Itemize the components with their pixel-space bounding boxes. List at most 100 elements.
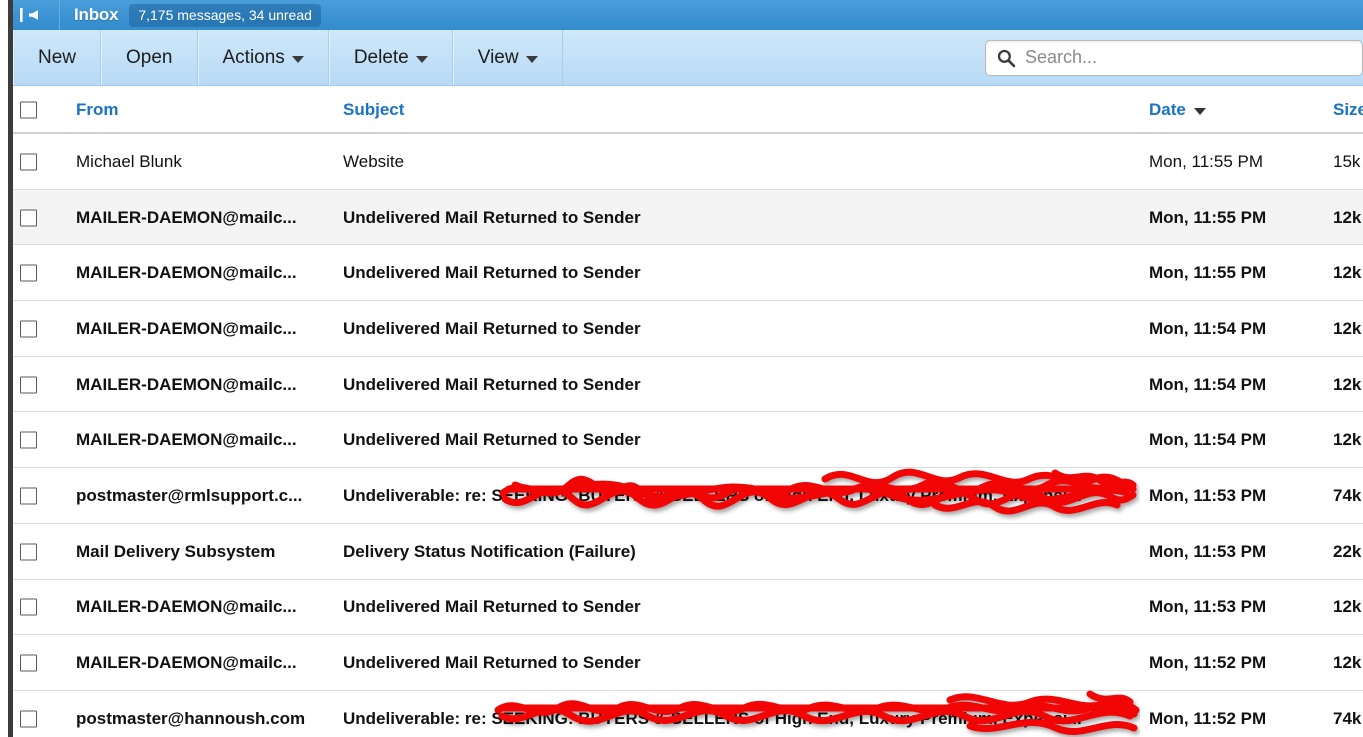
cell-subject: Undelivered Mail Returned to Sender [343,207,641,227]
cell-subject: Undelivered Mail Returned to Sender [343,374,641,394]
row-checkbox[interactable] [20,320,37,338]
table-row[interactable]: MAILER-DAEMON@mailc... Undelivered Mail R… [13,356,1363,413]
cell-date: Mon, 11:52 PM [1149,708,1267,728]
row-checkbox[interactable] [20,209,37,227]
left-white-gutter [0,0,8,737]
cell-date: Mon, 11:54 PM [1149,374,1267,394]
row-checkbox-cell[interactable] [20,580,46,636]
cell-size: 12k [1333,207,1362,227]
cell-date: Mon, 11:53 PM [1149,485,1267,505]
row-checkbox[interactable] [20,710,37,728]
row-checkbox[interactable] [20,487,37,505]
cell-size: 12k [1333,374,1362,394]
row-checkbox-cell[interactable] [20,357,46,413]
row-checkbox[interactable] [20,654,37,672]
search-input[interactable] [1025,47,1362,68]
row-checkbox[interactable] [20,431,37,449]
table-row[interactable]: MAILER-DAEMON@mailc... Undelivered Mail R… [13,635,1363,691]
email-client-window: Inbox 7,175 messages, 34 unread New Open… [0,0,1363,737]
cell-subject: Undeliverable: re: SEEKING: BUYERS & SEL… [343,708,1082,728]
cell-subject: Undelivered Mail Returned to Sender [343,653,641,673]
open-button[interactable]: Open [101,30,198,85]
cell-size: 12k [1333,318,1362,338]
open-button-label: Open [126,46,173,68]
cell-date: Mon, 11:53 PM [1149,597,1267,617]
cell-subject: Website [343,151,405,171]
delete-button-label: Delete [353,46,409,68]
cell-from: postmaster@hannoush.com [76,708,306,728]
cell-from: Mail Delivery Subsystem [76,541,276,561]
cell-subject: Undelivered Mail Returned to Sender [343,263,641,283]
row-checkbox[interactable] [20,376,37,394]
cell-size: 22k [1333,541,1362,561]
chevron-down-icon [291,55,304,63]
column-header-size[interactable]: Size [1333,86,1363,134]
column-header-from-label: From [76,100,119,119]
cell-size: 15k [1333,151,1361,171]
actions-menu-button[interactable]: Actions [197,30,329,85]
table-row[interactable]: MAILER-DAEMON@mailc... Undelivered Mail R… [13,245,1363,302]
toolbar: New Open Actions Delete View [0,30,1363,86]
row-checkbox-cell[interactable] [20,635,46,691]
row-checkbox[interactable] [20,153,37,171]
toolbar-filler [563,30,985,85]
select-all-checkbox[interactable] [20,101,37,119]
row-checkbox-cell[interactable] [20,412,46,468]
column-header-size-label: Size [1333,100,1363,119]
row-checkbox-cell[interactable] [20,524,46,580]
cell-from: MAILER-DAEMON@mailc... [76,653,297,673]
column-header-date[interactable]: Date [1149,86,1339,134]
cell-subject: Delivery Status Notification (Failure) [343,541,636,561]
cell-size: 12k [1333,597,1362,617]
table-row[interactable]: postmaster@rmlsupport.c... Undeliverable:… [13,468,1363,524]
cell-from: Michael Blunk [76,151,182,171]
cell-size: 12k [1333,263,1362,283]
table-row[interactable]: MAILER-DAEMON@mailc... Undelivered Mail R… [13,579,1363,636]
row-checkbox-cell[interactable] [20,134,46,190]
column-header-row: From Subject Date Size [13,86,1363,134]
column-header-subject-label: Subject [343,100,405,119]
row-checkbox-cell[interactable] [20,245,46,301]
cell-from: MAILER-DAEMON@mailc... [76,207,297,227]
actions-button-label: Actions [222,46,285,68]
delete-menu-button[interactable]: Delete [328,30,453,85]
cell-subject: Undelivered Mail Returned to Sender [343,597,641,617]
cell-subject: Undeliverable: re: SEEKING: BUYERS & SEL… [343,485,1082,505]
row-checkbox[interactable] [20,598,37,616]
cell-date: Mon, 11:52 PM [1149,653,1267,673]
row-checkbox-cell[interactable] [20,301,46,357]
cell-from: postmaster@rmlsupport.c... [76,485,303,505]
cell-date: Mon, 11:53 PM [1149,541,1267,561]
table-row[interactable]: Mail Delivery Subsystem Delivery Status N… [13,523,1363,580]
message-list[interactable]: Michael Blunk Website Mon, 11:55 PM 15k MAIL… [13,134,1363,737]
cell-from: MAILER-DAEMON@mailc... [76,318,297,338]
table-row[interactable]: MAILER-DAEMON@mailc... Undelivered Mail R… [13,301,1363,357]
search-icon [997,49,1016,67]
cell-size: 74k [1333,708,1362,728]
view-menu-button[interactable]: View [452,30,563,85]
row-checkbox[interactable] [20,543,37,561]
table-row[interactable]: Michael Blunk Website Mon, 11:55 PM 15k [13,134,1363,190]
table-row[interactable]: postmaster@hannoush.com Undeliverable: re… [13,690,1363,737]
select-all-checkbox-cell[interactable] [20,86,46,134]
cell-from: MAILER-DAEMON@mailc... [76,374,297,394]
column-header-subject[interactable]: Subject [343,86,1148,134]
cell-from: MAILER-DAEMON@mailc... [76,597,297,617]
cell-size: 12k [1333,653,1362,673]
row-checkbox-cell[interactable] [20,468,46,524]
back-arrow-icon [19,8,38,22]
search-box[interactable] [985,39,1363,76]
cell-date: Mon, 11:55 PM [1149,207,1267,227]
row-checkbox-cell[interactable] [20,691,46,737]
table-row[interactable]: MAILER-DAEMON@mailc... Undelivered Mail R… [13,412,1363,469]
cell-size: 74k [1333,485,1362,505]
cell-subject: Undelivered Mail Returned to Sender [343,318,641,338]
table-row[interactable]: MAILER-DAEMON@mailc... Undelivered Mail R… [13,189,1363,246]
cell-date: Mon, 11:55 PM [1149,151,1264,171]
row-checkbox-cell[interactable] [20,190,46,246]
column-header-from[interactable]: From [76,86,341,134]
cell-size: 12k [1333,430,1362,450]
row-checkbox[interactable] [20,264,37,282]
cell-date: Mon, 11:55 PM [1149,263,1267,283]
new-button[interactable]: New [13,30,102,85]
